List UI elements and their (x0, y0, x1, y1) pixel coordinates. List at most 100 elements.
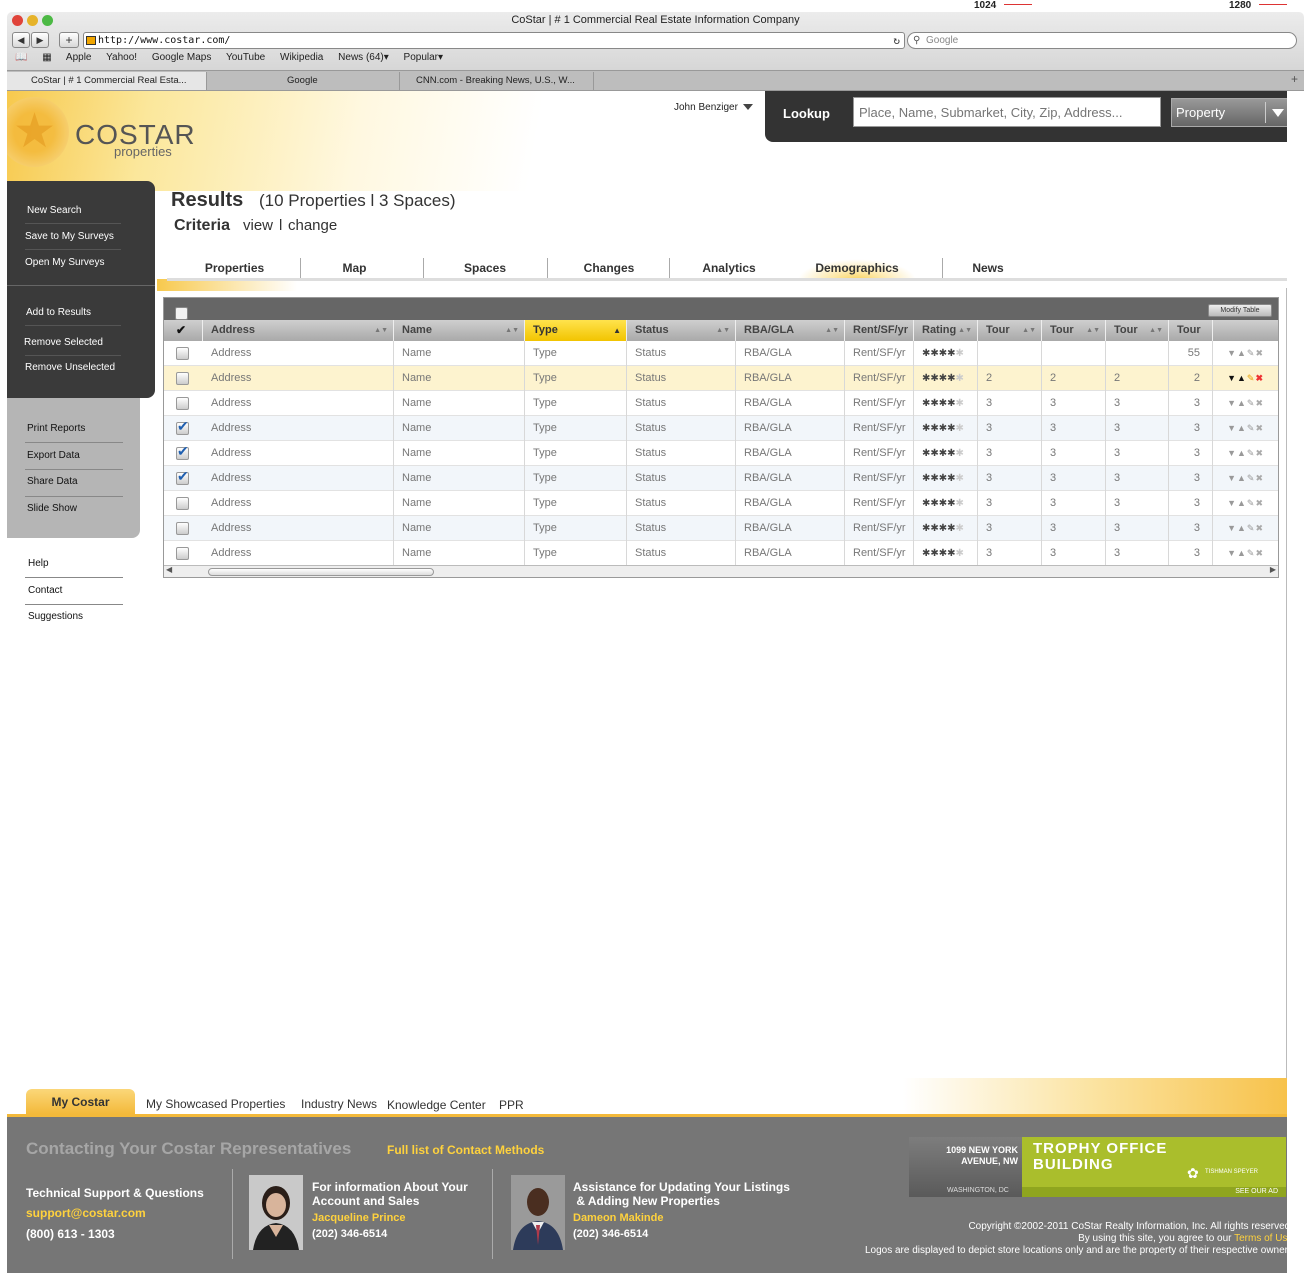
move-down-icon[interactable]: ▼ (1227, 473, 1237, 483)
move-down-icon[interactable]: ▼ (1227, 498, 1237, 508)
move-up-icon[interactable]: ▲ (1237, 548, 1247, 558)
sidebar-export-data[interactable]: Export Data (27, 450, 80, 461)
column-header-rba-gla[interactable]: RBA/GLA ▲▼ (736, 320, 845, 341)
scroll-right-icon[interactable]: ▶ (1270, 565, 1276, 574)
rating-stars[interactable]: ✱✱✱✱✱ (914, 541, 978, 566)
scroll-left-icon[interactable]: ◀ (166, 565, 172, 574)
rating-stars[interactable]: ✱✱✱✱✱ (914, 416, 978, 441)
support-email-link[interactable]: support@costar.com (26, 1206, 146, 1220)
table-row[interactable]: AddressNameTypeStatusRBA/GLARent/SF/yr✱✱… (164, 516, 1278, 541)
column-header-rent[interactable]: Rent/SF/yr (845, 320, 914, 341)
move-down-icon[interactable]: ▼ (1227, 523, 1237, 533)
tab-map[interactable]: Map (322, 261, 387, 275)
move-down-icon[interactable]: ▼ (1227, 348, 1237, 358)
horizontal-scrollbar[interactable]: ◀ ▶ (164, 565, 1278, 577)
trophy-office-ad[interactable]: 1099 NEW YORK AVENUE, NW WASHINGTON, DC T… (909, 1137, 1286, 1197)
column-header-address[interactable]: Address ▲▼ (203, 320, 394, 341)
bookmark-wikipedia[interactable]: Wikipedia (280, 52, 323, 63)
delete-icon[interactable]: ✖ (1255, 523, 1264, 533)
sidebar-print-reports[interactable]: Print Reports (27, 423, 85, 434)
move-up-icon[interactable]: ▲ (1237, 523, 1247, 533)
column-header-tour-4[interactable]: Tour (1169, 320, 1213, 341)
add-bookmark-button[interactable]: + (59, 32, 79, 48)
row-checkbox[interactable] (176, 418, 189, 435)
table-row[interactable]: AddressNameTypeStatusRBA/GLARent/SF/yr✱✱… (164, 491, 1278, 516)
check-column-header[interactable]: ✔ (164, 320, 203, 341)
move-up-icon[interactable]: ▲ (1237, 498, 1247, 508)
contact-methods-link[interactable]: Full list of Contact Methods (387, 1143, 544, 1157)
sidebar-suggestions[interactable]: Suggestions (28, 611, 83, 622)
terms-of-use-link[interactable]: Terms of Use (1234, 1233, 1287, 1244)
tab-demographics[interactable]: Demographics (807, 261, 907, 275)
rating-stars[interactable]: ✱✱✱✱✱ (914, 491, 978, 516)
rating-stars[interactable]: ✱✱✱✱✱ (914, 516, 978, 541)
back-button[interactable]: ◀ (12, 32, 30, 48)
rating-stars[interactable]: ✱✱✱✱✱ (914, 366, 978, 391)
browser-tab-costar[interactable]: CoStar | # 1 Commercial Real Esta... (7, 72, 207, 90)
bookmark-news[interactable]: News (64)▾ (338, 52, 389, 63)
table-row[interactable]: AddressNameTypeStatusRBA/GLARent/SF/yr✱✱… (164, 391, 1278, 416)
reload-icon[interactable]: ↻ (893, 33, 900, 48)
move-down-icon[interactable]: ▼ (1227, 423, 1237, 433)
move-up-icon[interactable]: ▲ (1237, 373, 1247, 383)
move-down-icon[interactable]: ▼ (1227, 398, 1237, 408)
browser-tab-cnn[interactable]: CNN.com - Breaking News, U.S., W... (400, 72, 594, 90)
modify-table-button[interactable]: Modify Table (1208, 304, 1272, 317)
tab-analytics[interactable]: Analytics (689, 261, 769, 275)
tab-news[interactable]: News (963, 261, 1013, 275)
move-up-icon[interactable]: ▲ (1237, 448, 1247, 458)
column-header-tour-3[interactable]: Tour ▲▼ (1106, 320, 1169, 341)
rating-stars[interactable]: ✱✱✱✱✱ (914, 441, 978, 466)
ad-see-link[interactable]: SEE OUR AD (1235, 1188, 1278, 1195)
address-bar[interactable]: http://www.costar.com/ ↻ (83, 32, 905, 49)
rating-stars[interactable]: ✱✱✱✱✱ (914, 341, 978, 366)
delete-icon[interactable]: ✖ (1255, 498, 1264, 508)
move-down-icon[interactable]: ▼ (1227, 448, 1237, 458)
delete-icon[interactable]: ✖ (1255, 348, 1264, 358)
tab-spaces[interactable]: Spaces (445, 261, 525, 275)
move-up-icon[interactable]: ▲ (1237, 473, 1247, 483)
sidebar-slide-show[interactable]: Slide Show (27, 503, 77, 514)
select-all-checkbox[interactable] (175, 307, 188, 320)
rep1-name-link[interactable]: Jacqueline Prince (312, 1212, 406, 1224)
footer-tab-my-costar[interactable]: My Costar (26, 1089, 135, 1114)
table-row[interactable]: AddressNameTypeStatusRBA/GLARent/SF/yr✱✱… (164, 441, 1278, 466)
delete-icon[interactable]: ✖ (1255, 548, 1264, 558)
table-row[interactable]: AddressNameTypeStatusRBA/GLARent/SF/yr✱✱… (164, 416, 1278, 441)
sidebar-open-surveys[interactable]: Open My Surveys (25, 257, 104, 268)
column-header-tour-1[interactable]: Tour ▲▼ (978, 320, 1042, 341)
bookmark-popular[interactable]: Popular▾ (404, 52, 444, 63)
table-row[interactable]: AddressNameTypeStatusRBA/GLARent/SF/yr✱✱… (164, 466, 1278, 491)
column-header-status[interactable]: Status ▲▼ (627, 320, 736, 341)
move-up-icon[interactable]: ▲ (1237, 348, 1247, 358)
sidebar-share-data[interactable]: Share Data (27, 476, 78, 487)
rating-stars[interactable]: ✱✱✱✱✱ (914, 466, 978, 491)
move-down-icon[interactable]: ▼ (1227, 548, 1237, 558)
delete-icon[interactable]: ✖ (1255, 398, 1264, 408)
footer-tab-showcased[interactable]: My Showcased Properties (146, 1097, 285, 1111)
forward-button[interactable]: ▶ (31, 32, 49, 48)
rep2-name-link[interactable]: Dameon Makinde (573, 1212, 663, 1224)
tab-changes[interactable]: Changes (569, 261, 649, 275)
move-up-icon[interactable]: ▲ (1237, 398, 1247, 408)
row-checkbox[interactable] (176, 522, 189, 535)
table-row[interactable]: AddressNameTypeStatusRBA/GLARent/SF/yr✱✱… (164, 366, 1278, 391)
page-vertical-scrollbar[interactable]: ▲ ▼ (1286, 288, 1287, 1172)
browser-tab-google[interactable]: Google (207, 72, 400, 90)
sidebar-save-to-surveys[interactable]: Save to My Surveys (25, 231, 114, 242)
horizontal-scroll-thumb[interactable] (208, 568, 434, 576)
column-header-name[interactable]: Name ▲▼ (394, 320, 525, 341)
column-header-type[interactable]: Type ▲ (525, 320, 627, 341)
row-checkbox[interactable] (176, 547, 189, 560)
table-row[interactable]: AddressNameTypeStatusRBA/GLARent/SF/yr✱✱… (164, 341, 1278, 366)
bookmark-yahoo[interactable]: Yahoo! (106, 52, 137, 63)
browser-search-input[interactable]: ⚲ Google (907, 32, 1297, 49)
move-down-icon[interactable]: ▼ (1227, 373, 1237, 383)
reading-list-icon[interactable]: 📖 (15, 52, 27, 63)
footer-tab-ppr[interactable]: PPR (499, 1098, 524, 1112)
user-menu[interactable]: John Benziger (674, 102, 753, 113)
delete-icon[interactable]: ✖ (1255, 473, 1264, 483)
row-checkbox[interactable] (176, 497, 189, 510)
row-checkbox[interactable] (176, 347, 189, 360)
tab-properties[interactable]: Properties (192, 261, 277, 275)
